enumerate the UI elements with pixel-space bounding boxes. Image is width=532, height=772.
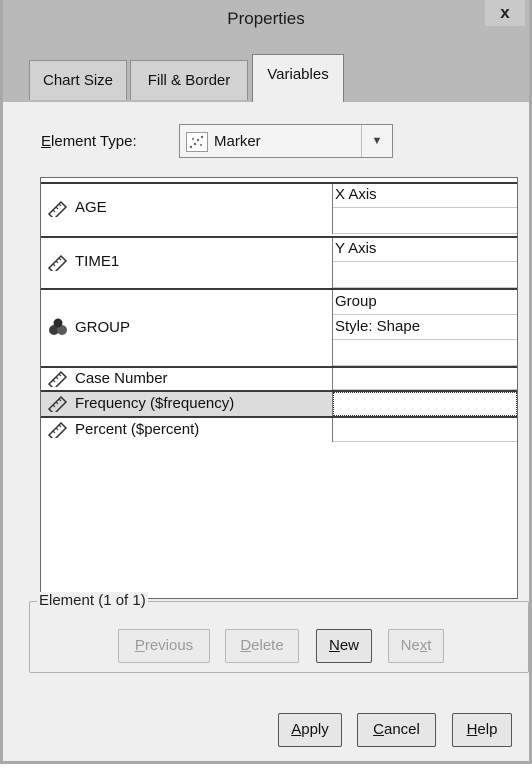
ruler-icon <box>47 199 69 221</box>
close-button[interactable]: x <box>485 0 525 26</box>
role-cell[interactable] <box>333 340 517 366</box>
role-cell[interactable]: X Axis <box>333 184 517 208</box>
role-cell[interactable]: Style: Shape <box>333 315 517 340</box>
variable-row-frequency[interactable]: Frequency ($frequency) <box>41 392 517 416</box>
apply-button[interactable]: Apply <box>278 713 342 747</box>
variable-name: Percent ($percent) <box>75 421 200 438</box>
variable-row-group[interactable]: GROUP Group Style: Shape <box>41 290 517 366</box>
tab-fill-border[interactable]: Fill & Border <box>130 60 248 100</box>
element-group-label: Element (1 of 1) <box>37 592 148 609</box>
next-button[interactable]: Next <box>388 629 444 663</box>
role-cell[interactable]: Group <box>333 290 517 315</box>
role-cell[interactable] <box>334 393 516 417</box>
variable-row-time1[interactable]: TIME1 Y Axis <box>41 238 517 288</box>
variable-name: Frequency ($frequency) <box>75 395 235 412</box>
role-cell[interactable] <box>333 208 517 234</box>
properties-dialog: Properties x Chart Size Fill & Border Va… <box>0 0 532 764</box>
variable-name: TIME1 <box>75 253 120 270</box>
role-cell[interactable]: Y Axis <box>333 238 517 262</box>
tab-chart-size[interactable]: Chart Size <box>29 60 127 100</box>
role-cell[interactable] <box>333 262 517 288</box>
help-button[interactable]: Help <box>452 713 512 747</box>
chevron-down-icon[interactable]: ▼ <box>361 125 392 157</box>
delete-button[interactable]: Delete <box>225 629 299 663</box>
element-type-label: Element Type: <box>41 133 137 150</box>
cancel-button[interactable]: Cancel <box>357 713 436 747</box>
element-type-select[interactable]: Marker ▼ <box>179 124 393 158</box>
previous-button[interactable]: Previous <box>118 629 210 663</box>
variable-row-age[interactable]: AGE X Axis <box>41 184 517 234</box>
tab-variables[interactable]: Variables <box>252 54 344 102</box>
role-cell[interactable] <box>333 418 517 442</box>
ruler-icon <box>47 369 69 391</box>
variable-row-case-number[interactable]: Case Number <box>41 368 517 391</box>
title-bar: Properties x <box>3 0 529 40</box>
variable-name: AGE <box>75 199 107 216</box>
variable-name: GROUP <box>75 319 131 336</box>
ruler-icon <box>47 253 69 275</box>
tab-bar: Chart Size Fill & Border Variables <box>3 40 529 102</box>
variables-table: AGE X Axis TIME1 Y Axis GROUP Group Styl… <box>40 177 518 599</box>
variable-name: Case Number <box>75 370 168 387</box>
scatter-marker-icon <box>186 132 208 152</box>
window-title: Properties <box>227 9 305 28</box>
element-type-value: Marker <box>214 133 261 150</box>
variable-row-percent[interactable]: Percent ($percent) <box>41 418 517 442</box>
nominal-icon <box>47 318 69 342</box>
ruler-icon <box>47 420 69 442</box>
new-button[interactable]: New <box>316 629 372 663</box>
role-cell[interactable] <box>333 368 517 390</box>
ruler-icon <box>47 394 69 416</box>
